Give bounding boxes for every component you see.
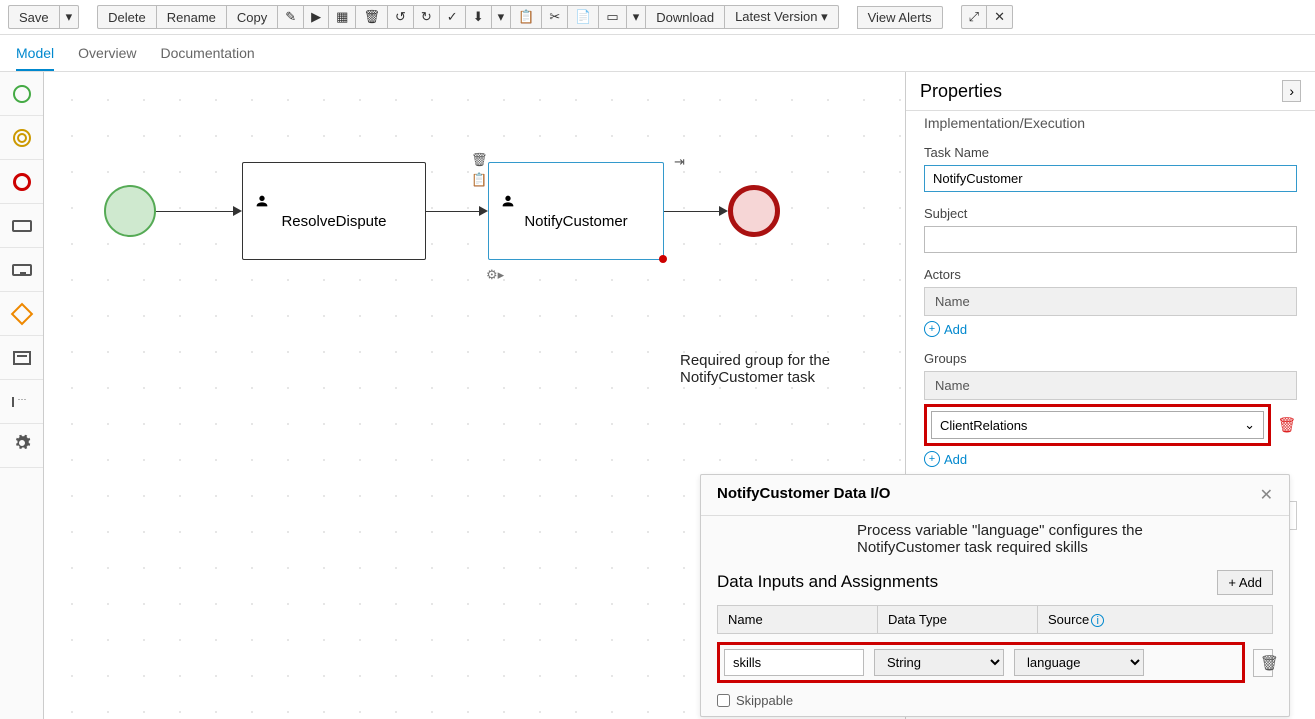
play-button[interactable]: ▶ <box>303 5 328 29</box>
user-icon <box>499 193 517 209</box>
undo-button[interactable]: ↺ <box>387 5 413 29</box>
io-table-header: Name Data Type Sourcei <box>717 605 1273 635</box>
save-button[interactable]: Save <box>8 5 59 29</box>
connector-icon[interactable]: ⇥ <box>674 154 685 170</box>
skippable-label: Skippable <box>736 693 793 708</box>
delete-node-icon[interactable]: 🗑 <box>471 152 488 168</box>
arrow-head-icon <box>719 206 728 216</box>
io-source-select[interactable]: language <box>1014 649 1144 676</box>
download-text-button[interactable]: Download <box>645 5 724 29</box>
sequence-flow-2[interactable] <box>426 211 482 212</box>
properties-title: Properties <box>920 81 1002 102</box>
groups-table-head: Name <box>924 371 1297 400</box>
subject-label: Subject <box>924 206 1297 221</box>
sequence-flow-1[interactable] <box>156 211 236 212</box>
palette-intermediate-event[interactable] <box>0 116 43 160</box>
close-button[interactable]: ✕ <box>986 5 1013 29</box>
annotation-skills: Process variable "language" configures t… <box>857 522 1237 556</box>
download-caret[interactable]: ▾ <box>491 5 511 29</box>
group-select-highlight: ClientRelations ⌄ <box>924 404 1271 446</box>
grid-toggle-button[interactable]: ▦ <box>328 5 355 29</box>
cut-button[interactable]: ✂ <box>541 5 567 29</box>
arrow-head-icon <box>233 206 242 216</box>
name-column-header: Name <box>925 372 1268 399</box>
settings-icon[interactable]: ⚙▸ <box>486 267 504 283</box>
form-node-icon[interactable]: 📋 <box>471 172 488 188</box>
delete-io-row-button[interactable]: 🗑 <box>1253 649 1273 677</box>
node-context-icons: 🗑 📋 <box>471 152 488 188</box>
expand-button[interactable]: ⤢ <box>961 5 986 29</box>
col-type-header: Data Type <box>878 606 1038 634</box>
col-name-header: Name <box>718 606 878 634</box>
delete-button[interactable]: Delete <box>97 5 156 29</box>
start-event-node[interactable] <box>104 185 156 237</box>
shape-palette <box>0 72 44 719</box>
task-label: ResolveDispute <box>253 213 415 230</box>
layout-button[interactable]: ▭ <box>598 5 625 29</box>
top-toolbar: Save ▾ Delete Rename Copy ✎ ▶ ▦ 🗑 ↺ ↻ ✓ … <box>0 0 1315 35</box>
end-event-node[interactable] <box>728 185 780 237</box>
task-name-label: Task Name <box>924 145 1297 160</box>
actors-label: Actors <box>924 267 1297 282</box>
save-caret[interactable]: ▾ <box>59 5 80 29</box>
section-header: Implementation/Execution <box>924 115 1297 131</box>
annotation-group: Required group for the NotifyCustomer ta… <box>680 352 880 386</box>
subject-input[interactable] <box>924 226 1297 253</box>
arrow-head-icon <box>479 206 488 216</box>
chevron-down-icon: ⌄ <box>1244 417 1255 433</box>
tab-documentation[interactable]: Documentation <box>161 45 255 71</box>
tab-overview[interactable]: Overview <box>78 45 136 71</box>
palette-subprocess[interactable] <box>0 248 43 292</box>
trash-button[interactable]: 🗑 <box>355 5 387 29</box>
paste-button[interactable]: 📄 <box>567 5 598 29</box>
task-name-input[interactable] <box>924 165 1297 192</box>
edit-toggle-button[interactable]: ✎ <box>277 5 303 29</box>
tab-model[interactable]: Model <box>16 45 54 71</box>
group-select[interactable]: ClientRelations ⌄ <box>931 411 1264 439</box>
clipboard-button[interactable]: 📋 <box>510 5 541 29</box>
node-connector-icons: ⇥ <box>674 154 685 170</box>
info-icon[interactable]: i <box>1091 614 1104 627</box>
task-label: NotifyCustomer <box>499 213 653 230</box>
view-alerts-button[interactable]: View Alerts <box>857 6 943 29</box>
actors-table-head: Name <box>924 287 1297 316</box>
delete-group-button[interactable]: 🗑 <box>1277 416 1297 434</box>
redo-button[interactable]: ↻ <box>413 5 439 29</box>
io-name-input[interactable] <box>724 649 864 676</box>
validate-button[interactable]: ✓ <box>439 5 465 29</box>
name-column-header: Name <box>925 288 1268 315</box>
palette-form[interactable] <box>0 336 43 380</box>
palette-service[interactable] <box>0 424 43 468</box>
editor-tabs: Model Overview Documentation <box>0 35 1315 72</box>
task-notify-customer[interactable]: NotifyCustomer <box>488 162 664 260</box>
task-resolve-dispute[interactable]: ResolveDispute <box>242 162 426 260</box>
download-icon-button[interactable]: ⬇ <box>465 5 491 29</box>
copy-button[interactable]: Copy <box>226 5 277 29</box>
latest-version-button[interactable]: Latest Version ▾ <box>724 5 839 29</box>
skippable-checkbox[interactable] <box>717 694 730 707</box>
palette-end-event[interactable] <box>0 160 43 204</box>
io-type-select[interactable]: String <box>874 649 1004 676</box>
rename-button[interactable]: Rename <box>156 5 226 29</box>
add-actor-link[interactable]: Add <box>924 321 967 337</box>
layout-caret[interactable]: ▾ <box>626 5 646 29</box>
groups-label: Groups <box>924 351 1297 366</box>
palette-task[interactable] <box>0 204 43 248</box>
col-source-header: Sourcei <box>1038 606 1272 634</box>
close-modal-button[interactable]: ✕ <box>1260 485 1273 505</box>
sequence-flow-3[interactable] <box>664 211 722 212</box>
palette-lane[interactable] <box>0 380 43 424</box>
data-io-modal: NotifyCustomer Data I/O ✕ Process variab… <box>700 474 1290 718</box>
palette-gateway[interactable] <box>0 292 43 336</box>
collapse-panel-button[interactable]: › <box>1282 80 1301 102</box>
palette-start-event[interactable] <box>0 72 43 116</box>
add-group-link[interactable]: Add <box>924 451 967 467</box>
add-input-button[interactable]: + Add <box>1217 570 1273 595</box>
io-row-highlight: String language <box>717 642 1245 683</box>
resize-handle[interactable] <box>659 255 667 263</box>
modal-title: NotifyCustomer Data I/O <box>717 485 890 505</box>
data-inputs-heading: Data Inputs and Assignments <box>717 572 938 592</box>
user-icon <box>253 193 271 209</box>
